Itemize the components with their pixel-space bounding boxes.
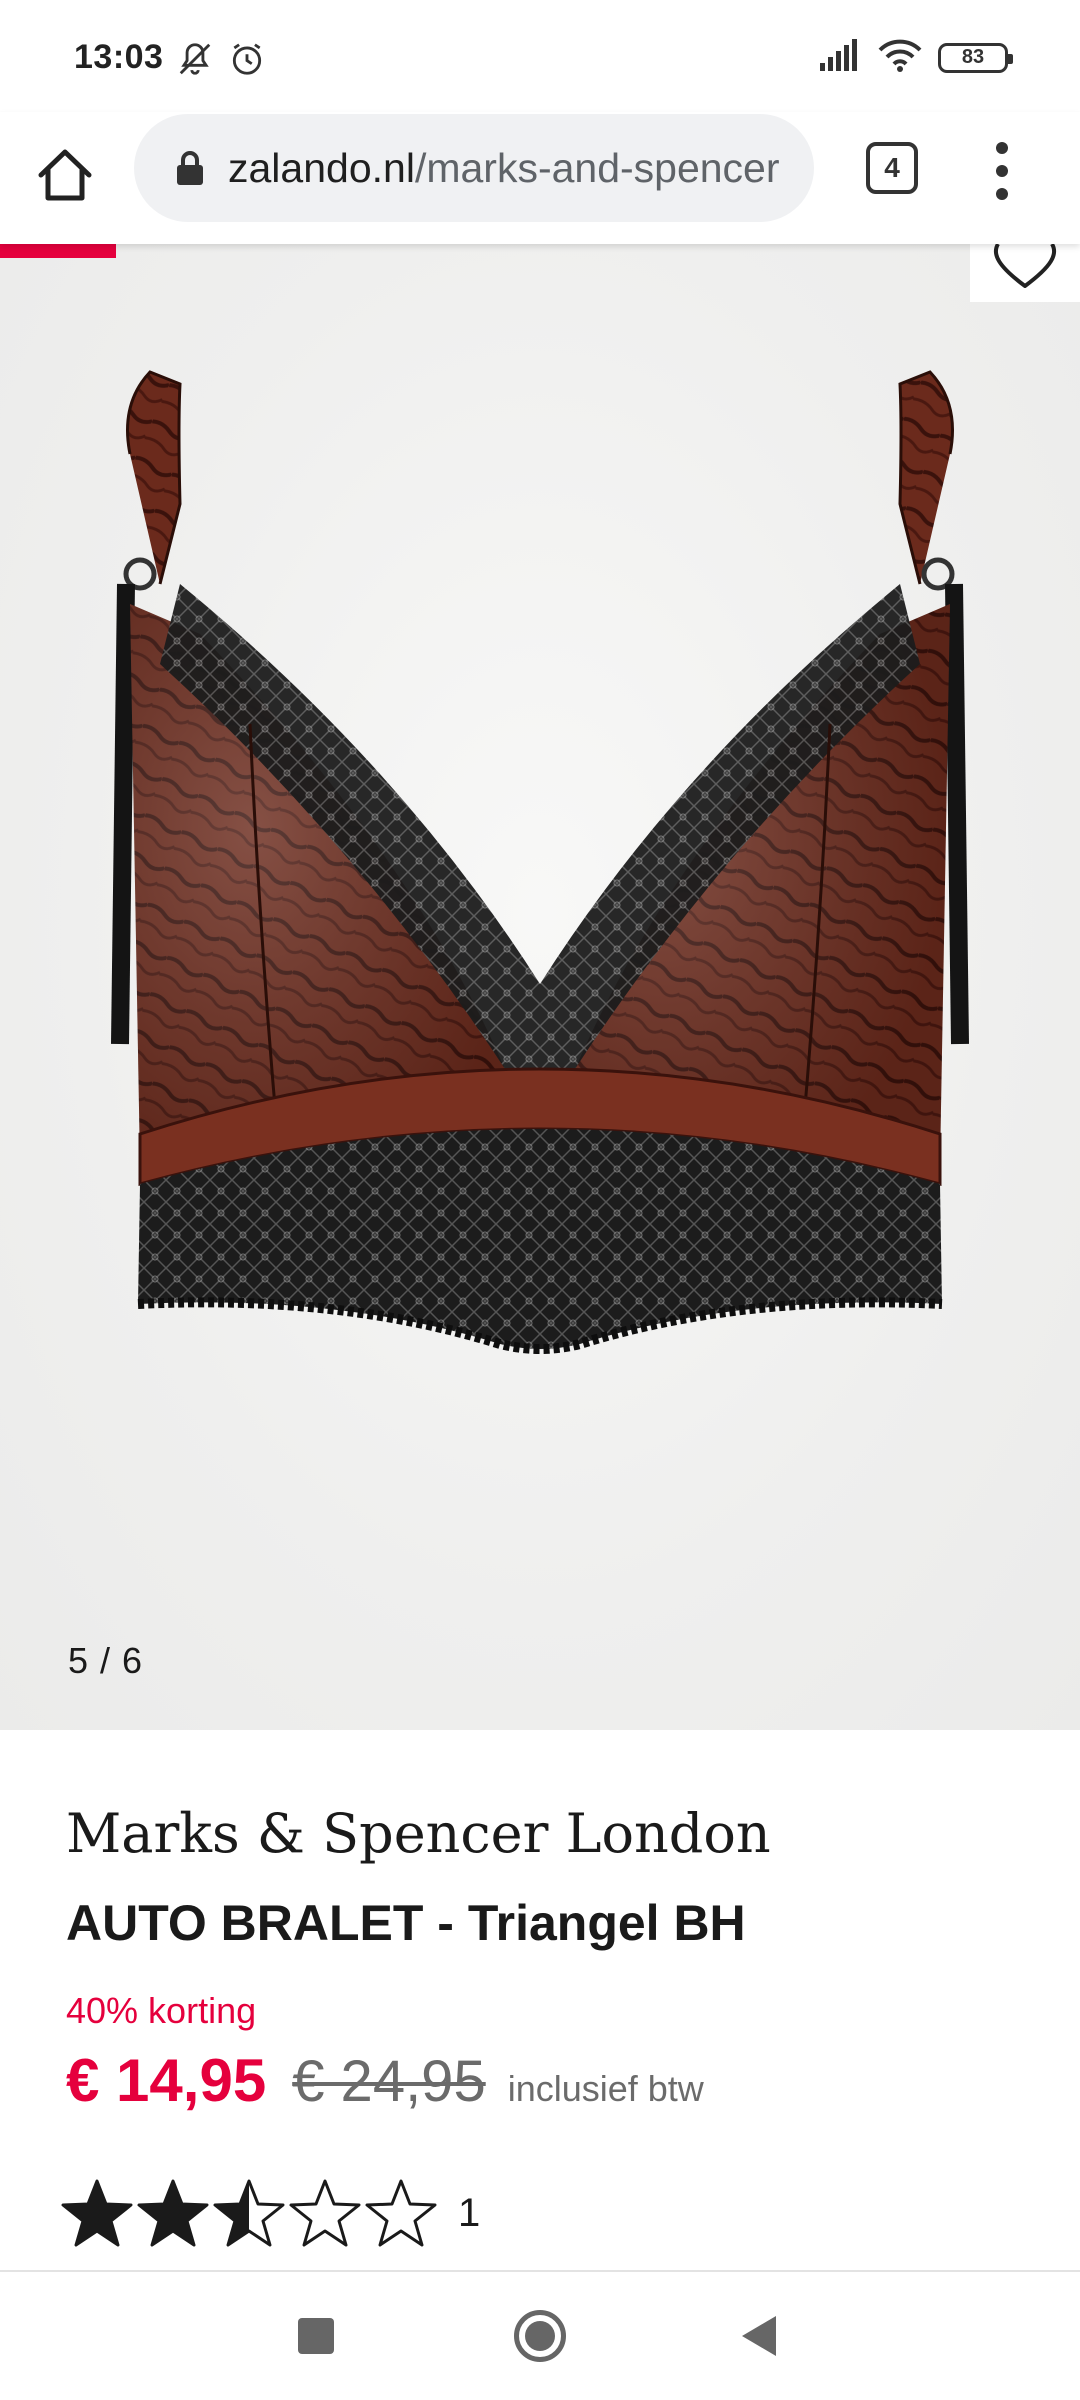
star-empty-icon — [365, 2179, 437, 2247]
battery-icon: 83 — [938, 42, 1013, 73]
current-price: € 14,95 — [66, 2047, 267, 2114]
lock-icon — [170, 148, 210, 188]
mute-icon — [176, 40, 214, 83]
status-left-icons — [176, 40, 266, 83]
star-empty-icon — [289, 2179, 361, 2247]
discount-label: 40% korting — [66, 1990, 257, 2031]
url-path: /marks-and-spencer — [414, 144, 780, 191]
menu-dot-icon — [996, 165, 1008, 177]
star-half-icon — [213, 2179, 285, 2247]
recent-apps-button[interactable] — [298, 2318, 334, 2354]
wishlist-button[interactable] — [970, 244, 1080, 302]
gallery-counter: 5 / 6 — [68, 1640, 144, 1681]
price-row: € 14,95 € 24,95 inclusief btw — [66, 2046, 704, 2115]
system-navigation-bar — [0, 2270, 1080, 2400]
browser-menu-button[interactable] — [980, 136, 1024, 206]
status-time: 13:03 — [74, 38, 164, 76]
menu-dot-icon — [996, 188, 1008, 200]
original-price: € 24,95 — [292, 2049, 486, 2114]
tab-switcher-button[interactable]: 4 — [866, 142, 918, 194]
product-image — [111, 370, 969, 1354]
browser-toolbar: zalando.nl/marks-and-spencer 4 — [0, 112, 1080, 244]
status-right: 83 — [820, 38, 1013, 77]
address-bar[interactable]: zalando.nl/marks-and-spencer — [134, 114, 814, 222]
product-info: Marks & Spencer London AUTO BRALET - Tri… — [0, 1730, 1080, 2270]
signal-icon — [820, 39, 862, 76]
heart-icon — [993, 244, 1057, 288]
url-domain: zalando.nl — [228, 144, 415, 191]
wifi-icon — [878, 38, 922, 77]
system-home-button[interactable] — [514, 2310, 566, 2362]
url-text: zalando.nl/marks-and-spencer — [228, 145, 788, 192]
product-title: AUTO BRALET - Triangel BH — [66, 1895, 746, 1951]
battery-level: 83 — [961, 46, 985, 68]
home-button[interactable] — [30, 140, 100, 210]
rating[interactable]: 1 — [60, 2178, 480, 2248]
review-count: 1 — [458, 2190, 481, 2235]
star-full-icon — [137, 2179, 209, 2247]
gallery-progress-indicator — [0, 244, 116, 258]
alarm-icon — [228, 40, 266, 83]
star-full-icon — [61, 2179, 133, 2247]
status-bar: 13:03 83 — [0, 0, 1080, 112]
vat-note: inclusief btw — [507, 2068, 704, 2109]
back-button[interactable] — [742, 2316, 776, 2356]
home-icon — [38, 149, 92, 201]
tab-count: 4 — [884, 152, 900, 183]
product-gallery[interactable]: 5 / 6 — [0, 244, 1080, 1730]
menu-dot-icon — [996, 142, 1008, 154]
brand-name[interactable]: Marks & Spencer London — [66, 1802, 771, 1865]
